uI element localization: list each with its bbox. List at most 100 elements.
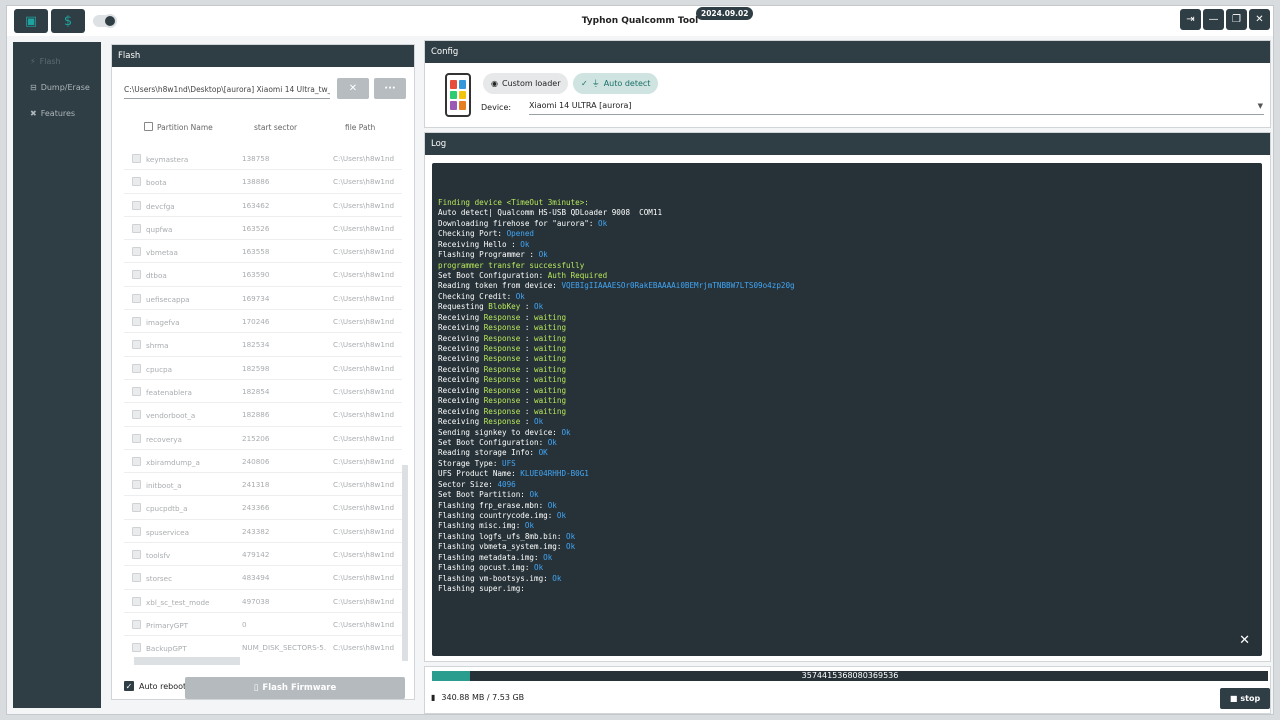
log-line: programmer transfer successfully (438, 261, 1262, 271)
row-checkbox[interactable] (132, 573, 141, 583)
auto-reboot-label: Auto reboot (139, 681, 187, 691)
row-checkbox[interactable] (132, 177, 141, 187)
table-row[interactable]: storsec 483494 C:\Users\h8w1nd (124, 566, 402, 590)
start-sector: 483494 (242, 573, 270, 583)
row-checkbox[interactable] (132, 410, 141, 420)
table-row[interactable]: initboot_a 241318 C:\Users\h8w1nd (124, 473, 402, 497)
row-checkbox[interactable] (132, 386, 141, 396)
row-checkbox[interactable] (132, 200, 141, 210)
exit-button[interactable]: ⇥ (1180, 9, 1201, 30)
row-checkbox[interactable] (132, 480, 141, 490)
log-line: Flashing metadata.img: Ok (438, 553, 1262, 563)
close-log-icon[interactable]: ✕ (1239, 633, 1250, 647)
table-row[interactable]: cpucpdtb_a 243366 C:\Users\h8w1nd (124, 496, 402, 520)
log-segment: Response (483, 312, 521, 322)
log-line: Auto detect| Qualcomm HS-USB QDLoader 90… (438, 208, 1262, 218)
table-row[interactable]: keymastera 138758 C:\Users\h8w1nd (124, 147, 402, 171)
table-row[interactable]: PrimaryGPT 0 C:\Users\h8w1nd (124, 613, 402, 637)
table-row[interactable]: recoverya 215206 C:\Users\h8w1nd (124, 427, 402, 450)
table-row[interactable]: xbiramdump_a 240806 C:\Users\h8w1nd (124, 450, 402, 474)
firmware-path-input[interactable]: C:\Users\h8w1nd\Desktop\[aurora] Xiaomi … (124, 83, 330, 99)
log-line: Finding device <TimeOut 3minute>: (438, 198, 1262, 208)
row-checkbox[interactable] (132, 270, 141, 280)
file-path: C:\Users\h8w1nd (333, 410, 395, 420)
auto-detect-label: Auto detect (603, 79, 651, 88)
start-sector: 243382 (242, 526, 270, 536)
table-row[interactable]: shrma 182534 C:\Users\h8w1nd (124, 333, 402, 357)
log-segment: Checking Port: (438, 229, 507, 239)
log-segment: Auth Required (547, 270, 608, 280)
nav-item-label: Features (40, 108, 76, 118)
table-row[interactable]: vbmetaa 163558 C:\Users\h8w1nd (124, 240, 402, 264)
select-all-checkbox[interactable] (144, 122, 153, 131)
vertical-scrollbar[interactable] (402, 465, 408, 661)
nav-item-flash[interactable]: ⚡ Flash (13, 48, 101, 74)
log-segment: waiting (534, 396, 567, 406)
table-row[interactable]: cpucpa 182598 C:\Users\h8w1nd (124, 357, 402, 380)
table-row[interactable]: devcfga 163462 C:\Users\h8w1nd (124, 194, 402, 217)
row-checkbox[interactable] (132, 247, 141, 257)
flash-firmware-button[interactable]: ▯ Flash Firmware (185, 677, 405, 699)
progress-bar: 3574415368080369536 (432, 671, 1268, 681)
row-checkbox[interactable] (132, 317, 141, 327)
stop-button[interactable]: ■ stop (1220, 688, 1270, 709)
app-window: ▣ $ Typhon Qualcomm Tool 2024.09.02 ⇥ — … (6, 5, 1274, 715)
row-checkbox[interactable] (132, 643, 141, 653)
row-checkbox[interactable] (132, 363, 141, 373)
table-row[interactable]: boota 138886 C:\Users\h8w1nd (124, 170, 402, 194)
row-checkbox[interactable] (132, 433, 141, 443)
custom-loader-label: Custom loader (501, 79, 561, 88)
table-row[interactable]: qupfwa 163526 C:\Users\h8w1nd (124, 217, 402, 241)
log-segment: 4096 (497, 479, 516, 489)
log-line: Receiving Response : waiting (438, 313, 1262, 323)
row-checkbox[interactable] (132, 550, 141, 560)
row-checkbox[interactable] (132, 503, 141, 513)
log-segment: Response (483, 344, 521, 354)
table-row[interactable]: uefisecappa 169734 C:\Users\h8w1nd (124, 287, 402, 311)
start-sector: 163558 (242, 247, 270, 257)
exit-icon: ⇥ (1186, 14, 1195, 25)
table-row[interactable]: featenablera 182854 C:\Users\h8w1nd (124, 380, 402, 404)
nav-item-dump-erase[interactable]: ⊟ Dump/Erase (13, 74, 101, 100)
file-path: C:\Users\h8w1nd (333, 200, 395, 210)
partition-name: BackupGPT (146, 644, 187, 653)
clear-path-button[interactable]: ✕ (337, 78, 369, 99)
table-row[interactable]: imagefva 170246 C:\Users\h8w1nd (124, 310, 402, 334)
custom-loader-chip[interactable]: ◉ Custom loader (483, 73, 569, 94)
dump-icon: ⊟ (30, 82, 37, 92)
table-row[interactable]: BackupGPT NUM_DISK_SECTORS-5. C:\Users\h8w… (124, 636, 402, 653)
device-select[interactable]: Xiaomi 14 ULTRA [aurora] ▼ (529, 99, 1264, 115)
start-sector: 182598 (242, 363, 270, 373)
log-segment: waiting (534, 323, 567, 333)
phone-icon (445, 73, 471, 117)
browse-button[interactable]: ··· (374, 78, 406, 99)
log-segment: Flashing Programmer : (438, 250, 539, 260)
row-checkbox[interactable] (132, 223, 141, 233)
log-segment: Requesting (438, 302, 489, 312)
table-row[interactable]: dtboa 163590 C:\Users\h8w1nd (124, 263, 402, 287)
row-checkbox[interactable] (132, 526, 141, 536)
restore-button[interactable]: ❐ (1226, 9, 1247, 30)
row-checkbox[interactable] (132, 596, 141, 606)
table-row[interactable]: spuservicea 243382 C:\Users\h8w1nd (124, 520, 402, 544)
partition-name: vbmetaa (146, 248, 178, 258)
log-console: Finding device <TimeOut 3minute>: Auto de… (432, 163, 1262, 656)
auto-detect-chip[interactable]: ✓ ⏚ Auto detect (573, 73, 659, 94)
auto-reboot-option[interactable]: ✓ Auto reboot (124, 681, 186, 691)
horizontal-scrollbar[interactable] (134, 657, 240, 665)
row-checkbox[interactable] (132, 340, 141, 350)
nav-item-features[interactable]: ✖ Features (13, 100, 101, 126)
table-row[interactable]: vendorboot_a 182886 C:\Users\h8w1nd (124, 403, 402, 427)
log-line: Sending signkey to device: Ok (438, 428, 1262, 438)
close-button[interactable]: ✕ (1249, 9, 1270, 30)
table-row[interactable]: xbl_sc_test_mode 497038 C:\Users\h8w1nd (124, 590, 402, 613)
table-row[interactable]: toolsfv 479142 C:\Users\h8w1nd (124, 543, 402, 567)
row-checkbox[interactable] (132, 293, 141, 303)
log-line: Flashing frp_erase.mbn: Ok (438, 501, 1262, 511)
log-line: Checking Port: Opened (438, 229, 1262, 239)
row-checkbox[interactable] (132, 456, 141, 466)
minimize-button[interactable]: — (1203, 9, 1224, 30)
auto-reboot-checkbox[interactable]: ✓ (124, 681, 134, 691)
row-checkbox[interactable] (132, 619, 141, 629)
row-checkbox[interactable] (132, 154, 141, 163)
